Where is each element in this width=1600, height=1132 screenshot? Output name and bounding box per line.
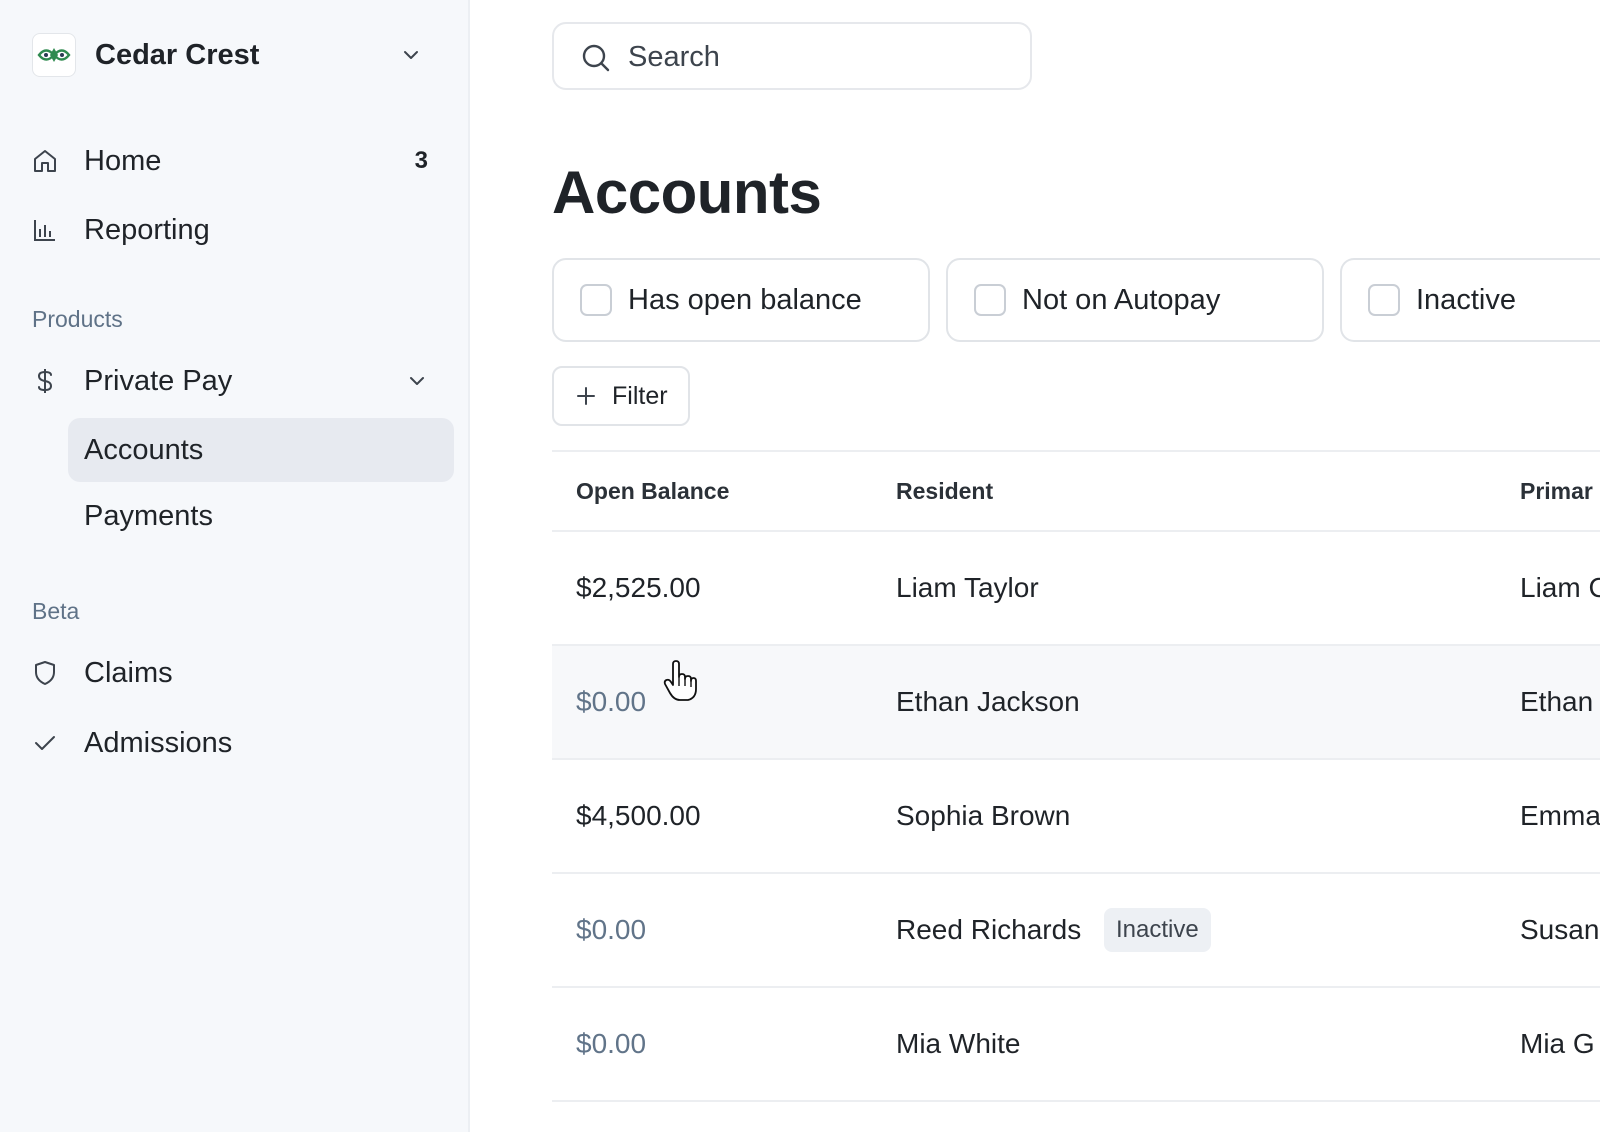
section-label-beta: Beta [32,598,80,624]
table-row[interactable]: $2,525.00 Liam Taylor Liam C [552,532,1600,646]
sidebar-item-accounts[interactable]: Accounts [68,418,454,482]
sidebar-item-reporting[interactable]: Reporting [32,205,440,255]
primary-contact-cell: Ethan [1520,686,1594,717]
quick-filter-label: Not on Autopay [1022,283,1221,316]
page-title: Accounts [552,159,822,226]
plus-icon [576,386,596,411]
column-header-primary[interactable]: Primar [1520,478,1593,505]
quick-filter-not-on-autopay[interactable]: Not on Autopay [946,258,1324,342]
primary-contact-cell: Mia G [1520,1028,1595,1059]
pointer-cursor-icon [663,660,697,707]
sidebar-item-label: Home [84,144,162,177]
open-balance-cell: $0.00 [576,686,647,717]
sidebar-item-label: Payments [84,499,213,532]
bar-chart-icon [32,217,58,243]
checkbox[interactable] [580,284,612,316]
table-row[interactable]: $0.00 Reed Richards Inactive Susan [552,874,1600,988]
filter-label: Filter [612,381,668,410]
open-balance-cell: $0.00 [576,1028,647,1059]
quick-filter-inactive[interactable]: Inactive [1340,258,1600,342]
quick-filter-label: Inactive [1416,283,1516,316]
primary-contact-cell: Emma [1520,800,1600,831]
section-label-products: Products [32,306,123,332]
add-filter-button[interactable]: Filter [552,366,690,426]
sidebar-item-private-pay[interactable]: Private Pay [32,356,440,406]
primary-contact-cell: Susan [1520,914,1600,945]
dollar-icon [32,368,58,394]
table-row[interactable]: $4,500.00 Sophia Brown Emma [552,760,1600,874]
accounts-table: Open Balance Resident Primar $2,525.00 L… [552,450,1600,1102]
sidebar-item-label: Reporting [84,213,210,246]
checkbox[interactable] [1368,284,1400,316]
sidebar-item-label: Accounts [84,433,204,466]
sidebar-item-label: Private Pay [84,364,233,397]
primary-contact-cell: Liam C [1520,572,1600,603]
search-icon [580,42,612,79]
home-icon [32,148,58,174]
open-balance-cell: $2,525.00 [576,572,701,603]
check-icon [32,730,58,756]
status-badge: Inactive [1104,908,1211,952]
chevron-down-icon[interactable] [406,370,428,397]
table-row[interactable]: $0.00 Ethan Jackson Ethan [552,646,1600,760]
sidebar-item-label: Admissions [84,726,233,759]
open-balance-cell: $4,500.00 [576,800,701,831]
notification-count-badge: 3 [414,147,428,174]
table-row[interactable]: $0.00 Mia White Mia G [552,988,1600,1102]
search-input[interactable] [626,36,1010,78]
column-header-open-balance[interactable]: Open Balance [576,478,729,505]
org-name: Cedar Crest [95,38,260,71]
org-logo [32,33,76,77]
column-header-resident[interactable]: Resident [896,478,993,505]
sidebar: Cedar Crest Home 3 Reporting Products Pr… [0,0,470,1132]
table-header: Open Balance Resident Primar [552,450,1600,532]
resident-cell: Liam Taylor [896,572,1039,603]
resident-cell: Sophia Brown [896,800,1071,831]
sidebar-item-claims[interactable]: Claims [32,648,440,698]
resident-cell: Ethan Jackson [896,686,1080,717]
shield-icon [32,660,58,686]
search-box[interactable] [552,22,1032,90]
sidebar-item-admissions[interactable]: Admissions [32,718,440,768]
resident-cell: Mia White [896,1028,1021,1059]
open-balance-cell: $0.00 [576,914,647,945]
chevron-down-icon[interactable] [400,44,422,71]
quick-filter-has-open-balance[interactable]: Has open balance [552,258,930,342]
sidebar-item-home[interactable]: Home 3 [32,136,440,186]
sidebar-item-label: Claims [84,656,173,689]
resident-cell: Reed Richards [896,914,1082,945]
org-switcher[interactable]: Cedar Crest [32,30,442,80]
quick-filter-label: Has open balance [628,283,862,316]
sidebar-item-payments[interactable]: Payments [68,484,454,548]
checkbox[interactable] [974,284,1006,316]
